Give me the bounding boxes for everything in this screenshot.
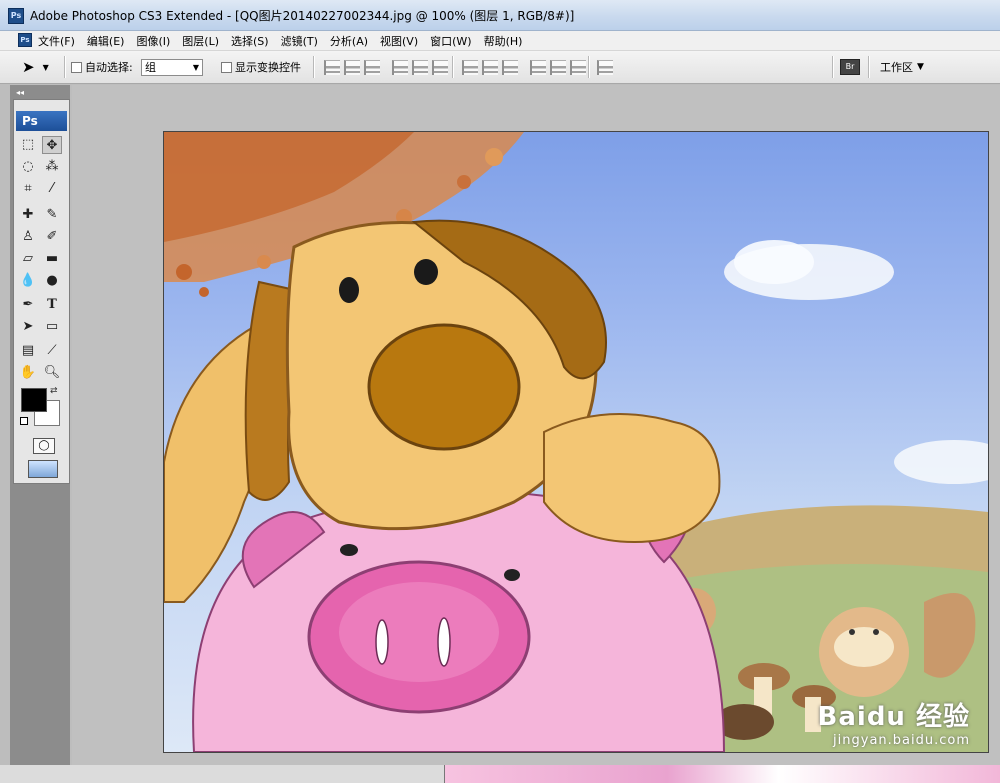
clone-stamp-tool-icon[interactable]: ♙: [18, 228, 38, 246]
distribute-left-icon[interactable]: [530, 59, 546, 75]
collapse-arrows-icon[interactable]: ◂◂: [16, 88, 24, 97]
document-menu-icon[interactable]: Ps: [18, 33, 32, 47]
title-bar: Ps Adobe Photoshop CS3 Extended - [QQ图片2…: [0, 0, 1000, 31]
auto-align-button[interactable]: [597, 51, 617, 83]
align-buttons: [324, 51, 452, 83]
hand-tool-icon[interactable]: ✋: [18, 364, 38, 382]
eyedropper-tool-icon[interactable]: ⟋: [42, 342, 62, 360]
image-canvas[interactable]: Baidu 经验 jingyan.baidu.com: [163, 131, 989, 753]
options-bar: ➤ ▼ 自动选择: 组 ▼ 显示变换控件 Br 工作区 ▼: [0, 51, 1000, 84]
foreground-color-swatch[interactable]: [21, 388, 47, 412]
tool-preset-picker[interactable]: ➤ ▼: [8, 51, 49, 83]
eraser-tool-icon[interactable]: ▱: [18, 250, 38, 268]
distribute-vertical-center-icon[interactable]: [482, 59, 498, 75]
separator: [452, 56, 454, 78]
photoshop-logo-icon: Ps: [8, 8, 24, 24]
chevron-down-icon: ▼: [42, 62, 49, 72]
watermark-url: jingyan.baidu.com: [833, 733, 970, 748]
align-top-icon[interactable]: [324, 59, 340, 75]
history-brush-tool-icon[interactable]: ✐: [42, 228, 62, 246]
menu-analysis[interactable]: 分析(A): [330, 33, 368, 49]
align-vertical-center-icon[interactable]: [344, 59, 360, 75]
auto-select-checkbox[interactable]: 自动选择:: [71, 51, 133, 83]
distribute-right-icon[interactable]: [570, 59, 586, 75]
separator: [64, 56, 66, 78]
cloud: [894, 440, 988, 484]
menu-view[interactable]: 视图(V): [380, 33, 418, 49]
checkbox-box: [221, 61, 232, 73]
status-area: [0, 765, 1000, 783]
auto-align-layers-icon: [597, 59, 613, 75]
menu-filter[interactable]: 滤镜(T): [281, 33, 318, 49]
distribute-buttons: [462, 51, 590, 83]
watermark-brand: Baidu 经验: [817, 702, 970, 732]
workspace-menu[interactable]: 工作区 ▼: [880, 51, 924, 83]
menu-image[interactable]: 图像(I): [136, 33, 170, 49]
rectangle-tool-icon[interactable]: ▭: [42, 318, 62, 336]
menu-window[interactable]: 窗口(W): [430, 33, 471, 49]
notes-tool-icon[interactable]: ▤: [18, 342, 38, 360]
brush-tool-icon[interactable]: ✎: [42, 206, 62, 224]
menu-bar: Ps 文件(F) 编辑(E) 图像(I) 图层(L) 选择(S) 滤镜(T) 分…: [0, 31, 1000, 51]
pen-tool-icon[interactable]: ✒: [18, 296, 38, 314]
chevron-down-icon: ▼: [192, 62, 199, 72]
slice-tool-icon[interactable]: ⁄: [42, 180, 62, 198]
magic-wand-tool-icon[interactable]: ⁂: [42, 158, 62, 176]
auto-select-value: 组: [145, 61, 156, 74]
cartoon-artwork: [164, 132, 988, 752]
window-title: Adobe Photoshop CS3 Extended - [QQ图片2014…: [30, 9, 575, 23]
dodge-tool-icon[interactable]: ●: [42, 272, 62, 290]
menu-items: 文件(F) 编辑(E) 图像(I) 图层(L) 选择(S) 滤镜(T) 分析(A…: [38, 33, 534, 49]
menu-file[interactable]: 文件(F): [38, 33, 75, 49]
swap-colors-icon[interactable]: ⇄: [50, 386, 58, 396]
default-colors-icon[interactable]: [20, 417, 28, 425]
distribute-top-icon[interactable]: [462, 59, 478, 75]
separator: [588, 56, 590, 78]
screen-mode-icon[interactable]: [28, 460, 58, 478]
tools-panel: ◂◂ Ps ⬚ ✥ ◌ ⁂ ⌗ ⁄ ✚ ✎ ♙ ✐ ▱ ▬ 💧 ● ✒ T ➤ …: [13, 88, 70, 484]
background-window-peek[interactable]: [444, 765, 1000, 783]
checkbox-box: [71, 61, 82, 73]
menu-layer[interactable]: 图层(L): [182, 33, 219, 49]
auto-select-label: 自动选择:: [85, 61, 133, 74]
crop-tool-icon[interactable]: ⌗: [18, 180, 38, 198]
align-left-icon[interactable]: [392, 59, 408, 75]
menu-select[interactable]: 选择(S): [231, 33, 269, 49]
separator: [832, 56, 834, 78]
lasso-tool-icon[interactable]: ◌: [18, 158, 38, 176]
blur-tool-icon[interactable]: 💧: [18, 272, 38, 290]
distribute-bottom-icon[interactable]: [502, 59, 518, 75]
align-horizontal-center-icon[interactable]: [412, 59, 428, 75]
bridge-button[interactable]: Br: [840, 51, 860, 83]
align-bottom-icon[interactable]: [364, 59, 380, 75]
gradient-tool-icon[interactable]: ▬: [42, 250, 62, 268]
menu-edit[interactable]: 编辑(E): [87, 33, 125, 49]
move-tool-icon: ➤: [22, 58, 35, 76]
healing-brush-tool-icon[interactable]: ✚: [18, 206, 38, 224]
move-tool-icon[interactable]: ✥: [42, 136, 62, 154]
menu-help[interactable]: 帮助(H): [484, 33, 523, 49]
distribute-horizontal-center-icon[interactable]: [550, 59, 566, 75]
zoom-tool-icon[interactable]: 🔍︎: [42, 364, 62, 382]
marquee-tool-icon[interactable]: ⬚: [18, 136, 38, 154]
baidu-watermark: Baidu 经验 jingyan.baidu.com: [818, 696, 970, 748]
chevron-down-icon: ▼: [917, 62, 924, 72]
tools-panel-header: Ps: [16, 111, 67, 131]
separator: [313, 56, 315, 78]
auto-select-dropdown[interactable]: 组 ▼: [141, 51, 203, 83]
show-transform-checkbox[interactable]: 显示变换控件: [221, 51, 301, 83]
show-transform-label: 显示变换控件: [235, 61, 301, 74]
separator: [868, 56, 870, 78]
quick-mask-icon[interactable]: ◯: [33, 438, 55, 454]
path-selection-tool-icon[interactable]: ➤: [18, 318, 38, 336]
type-tool-icon[interactable]: T: [42, 296, 62, 314]
bridge-icon: Br: [840, 59, 860, 75]
workspace-label: 工作区: [880, 61, 913, 74]
align-right-icon[interactable]: [432, 59, 448, 75]
